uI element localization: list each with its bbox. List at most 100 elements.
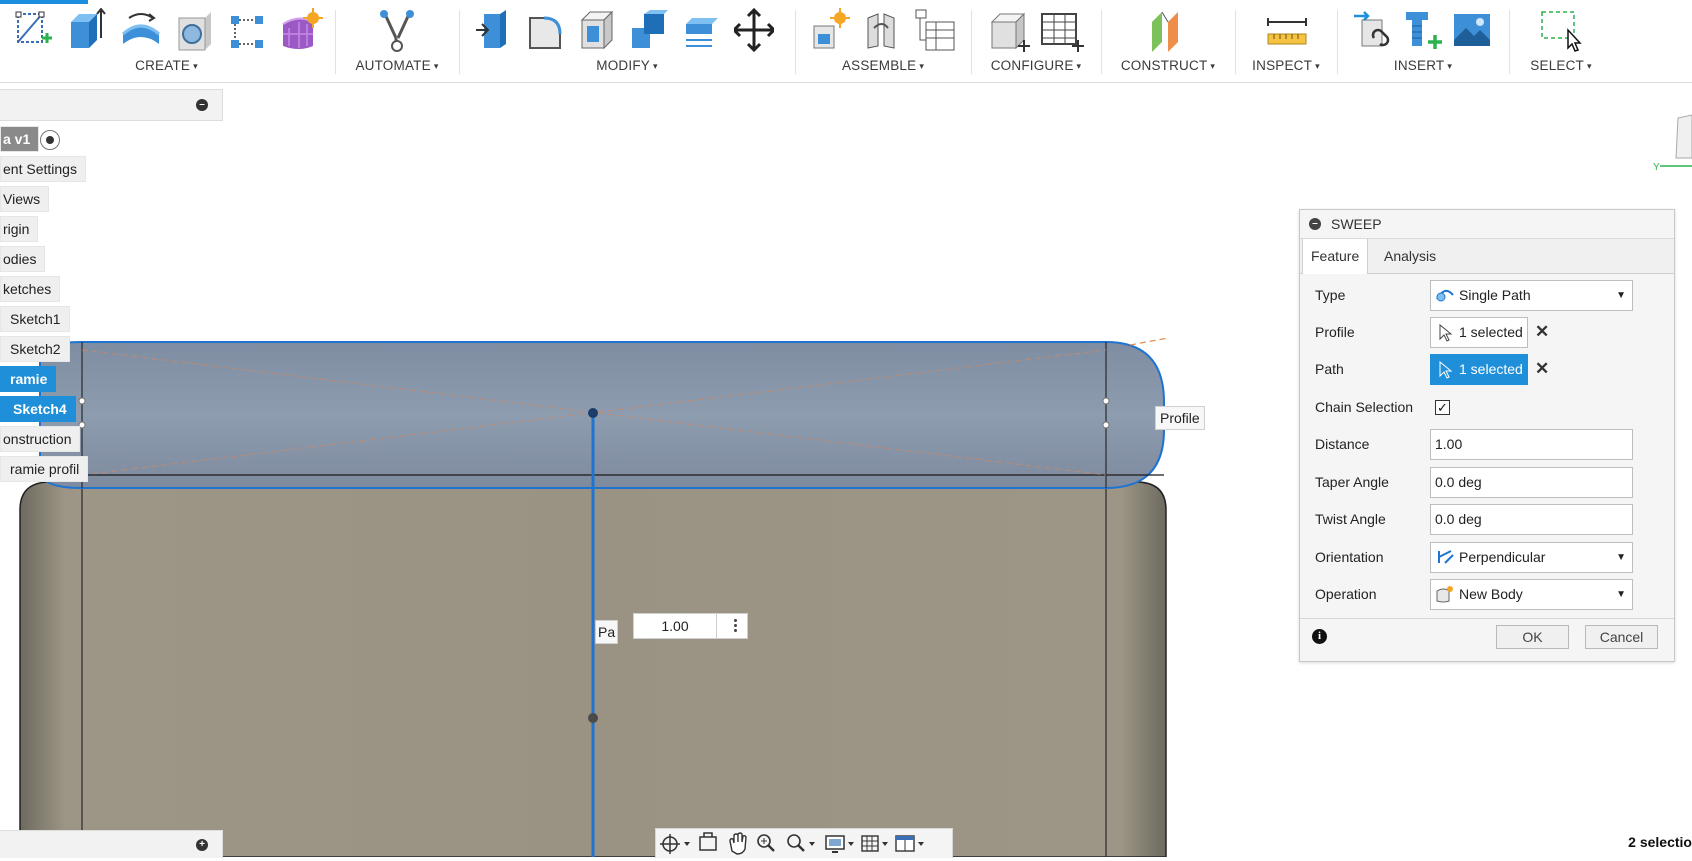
move-copy-icon[interactable] — [731, 7, 777, 54]
hole-icon[interactable] — [175, 8, 215, 54]
insert-caret-icon[interactable]: ▾ — [1447, 61, 1452, 71]
shell-icon[interactable] — [578, 8, 618, 54]
browser-item-origin[interactable]: rigin — [0, 216, 39, 242]
configure-icon[interactable] — [988, 8, 1030, 54]
measure-icon[interactable] — [1266, 8, 1307, 54]
browser-item-sketch4[interactable]: Sketch4 — [0, 396, 76, 422]
combine-icon[interactable] — [630, 8, 670, 54]
browser-item-construction[interactable]: onstruction — [0, 426, 81, 452]
chain-selection-checkbox[interactable]: ✓ — [1435, 400, 1450, 415]
joint-icon[interactable] — [862, 8, 902, 54]
browser-item-named-views[interactable]: Views — [0, 186, 50, 212]
browser-item-sketch1[interactable]: Sketch1 — [0, 306, 70, 332]
configuration-table-icon[interactable] — [1040, 8, 1084, 54]
modify-label[interactable]: MODIFY — [596, 58, 650, 73]
insert-canvas-icon[interactable] — [1452, 8, 1492, 54]
window-select-icon[interactable] — [1540, 8, 1582, 54]
grid-snap-icon[interactable] — [861, 835, 888, 852]
divider — [1300, 618, 1674, 619]
construct-caret-icon[interactable]: ▾ — [1210, 61, 1215, 71]
zoom-icon[interactable] — [757, 834, 775, 852]
profile-selector[interactable]: 1 selected — [1430, 317, 1528, 348]
inspect-label[interactable]: INSPECT — [1252, 58, 1312, 73]
assemble-caret-icon[interactable]: ▾ — [919, 61, 924, 71]
browser-item-bodies[interactable]: odies — [0, 246, 46, 272]
collapse-dialog-icon[interactable]: – — [1309, 218, 1321, 230]
create-sketch-icon[interactable] — [14, 8, 54, 54]
sketch-point[interactable] — [1102, 421, 1110, 429]
more-options-icon[interactable] — [734, 619, 737, 632]
activate-radio-icon[interactable] — [40, 130, 60, 150]
bill-of-materials-icon[interactable] — [912, 8, 955, 54]
construct-label[interactable]: CONSTRUCT — [1121, 58, 1208, 73]
clear-path-icon[interactable]: ✕ — [1535, 359, 1549, 379]
sketch-point[interactable] — [1102, 397, 1110, 405]
operation-dropdown[interactable]: New Body ▼ — [1430, 579, 1633, 610]
fillet-icon[interactable] — [526, 8, 566, 54]
automate-caret-icon[interactable]: ▾ — [434, 61, 439, 71]
assemble-label[interactable]: ASSEMBLE — [842, 58, 916, 73]
create-label[interactable]: CREATE — [135, 58, 190, 73]
info-icon[interactable]: i — [1312, 629, 1327, 644]
configure-label[interactable]: CONFIGURE — [991, 58, 1074, 73]
ok-button[interactable]: OK — [1496, 625, 1569, 649]
taper-angle-input[interactable]: 0.0 deg — [1430, 467, 1633, 498]
profile-row: Profile 1 selected ✕ — [1300, 316, 1674, 350]
browser-item-root[interactable]: a v1 — [0, 126, 40, 152]
orientation-dropdown[interactable]: Perpendicular ▼ — [1430, 542, 1633, 573]
fit-icon[interactable] — [787, 834, 815, 852]
browser-item-sketches[interactable]: ketches — [0, 276, 61, 302]
insert-mcmaster-icon[interactable] — [1402, 8, 1442, 54]
twist-angle-input[interactable]: 0.0 deg — [1430, 504, 1633, 535]
pattern-icon[interactable] — [227, 8, 267, 54]
automate-label[interactable]: AUTOMATE — [355, 58, 430, 73]
distance-manipulator-value[interactable]: 1.00 — [634, 614, 717, 638]
clear-profile-icon[interactable]: ✕ — [1535, 322, 1549, 342]
cancel-button[interactable]: Cancel — [1585, 625, 1658, 649]
collapse-icon[interactable]: – — [196, 99, 208, 111]
extrude-icon[interactable] — [67, 7, 107, 54]
path-row: Path 1 selected ✕ — [1300, 353, 1674, 387]
display-settings-icon[interactable] — [825, 835, 854, 853]
automate-icon[interactable] — [376, 8, 416, 54]
distance-manipulator[interactable]: 1.00 — [633, 613, 748, 639]
modify-group: MODIFY ▾ — [460, 0, 794, 82]
configure-caret-icon[interactable]: ▾ — [1077, 61, 1082, 71]
insert-label[interactable]: INSERT — [1394, 58, 1444, 73]
form-icon[interactable] — [279, 8, 323, 54]
tab-feature[interactable]: Feature — [1302, 239, 1369, 274]
path-selector[interactable]: 1 selected — [1430, 354, 1528, 385]
pan-icon[interactable] — [729, 832, 747, 855]
press-pull-icon[interactable] — [474, 8, 514, 54]
modify-caret-icon[interactable]: ▾ — [653, 61, 658, 71]
path-mid-point[interactable] — [588, 713, 598, 723]
offset-face-icon[interactable] — [682, 8, 722, 54]
comments-panel: + — [0, 830, 223, 858]
create-caret-icon[interactable]: ▾ — [193, 61, 198, 71]
select-caret-icon[interactable]: ▾ — [1587, 61, 1592, 71]
browser-item-ramie-profil[interactable]: ramie profil — [0, 456, 89, 482]
new-component-icon[interactable] — [810, 8, 850, 54]
browser-item-ramie[interactable]: ramie — [0, 366, 57, 392]
browser-item-label: odies — [3, 251, 37, 267]
viewports-icon[interactable] — [895, 835, 924, 852]
sketch-point[interactable] — [78, 397, 86, 405]
select-label[interactable]: SELECT — [1530, 58, 1584, 73]
inspect-caret-icon[interactable]: ▾ — [1315, 61, 1320, 71]
tab-analysis[interactable]: Analysis — [1376, 239, 1444, 273]
profile-tag[interactable]: Profile — [1155, 406, 1205, 430]
expand-icon[interactable]: + — [196, 839, 208, 851]
browser-item-label: Sketch1 — [10, 311, 61, 327]
browser-item-sketch2[interactable]: Sketch2 — [0, 336, 70, 362]
path-start-point[interactable] — [588, 408, 598, 418]
browser-item-document-settings[interactable]: ent Settings — [0, 156, 86, 182]
revolve-icon[interactable] — [119, 8, 160, 54]
orbit-icon[interactable] — [660, 834, 690, 854]
viewcube-fragment[interactable] — [1675, 114, 1692, 159]
type-dropdown[interactable]: Single Path ▼ — [1430, 280, 1633, 311]
look-at-icon[interactable] — [699, 832, 717, 851]
offset-plane-icon[interactable] — [1148, 8, 1188, 54]
path-tag[interactable]: Pa — [595, 620, 619, 644]
insert-derive-icon[interactable] — [1352, 8, 1392, 54]
distance-input[interactable]: 1.00 — [1430, 429, 1633, 460]
